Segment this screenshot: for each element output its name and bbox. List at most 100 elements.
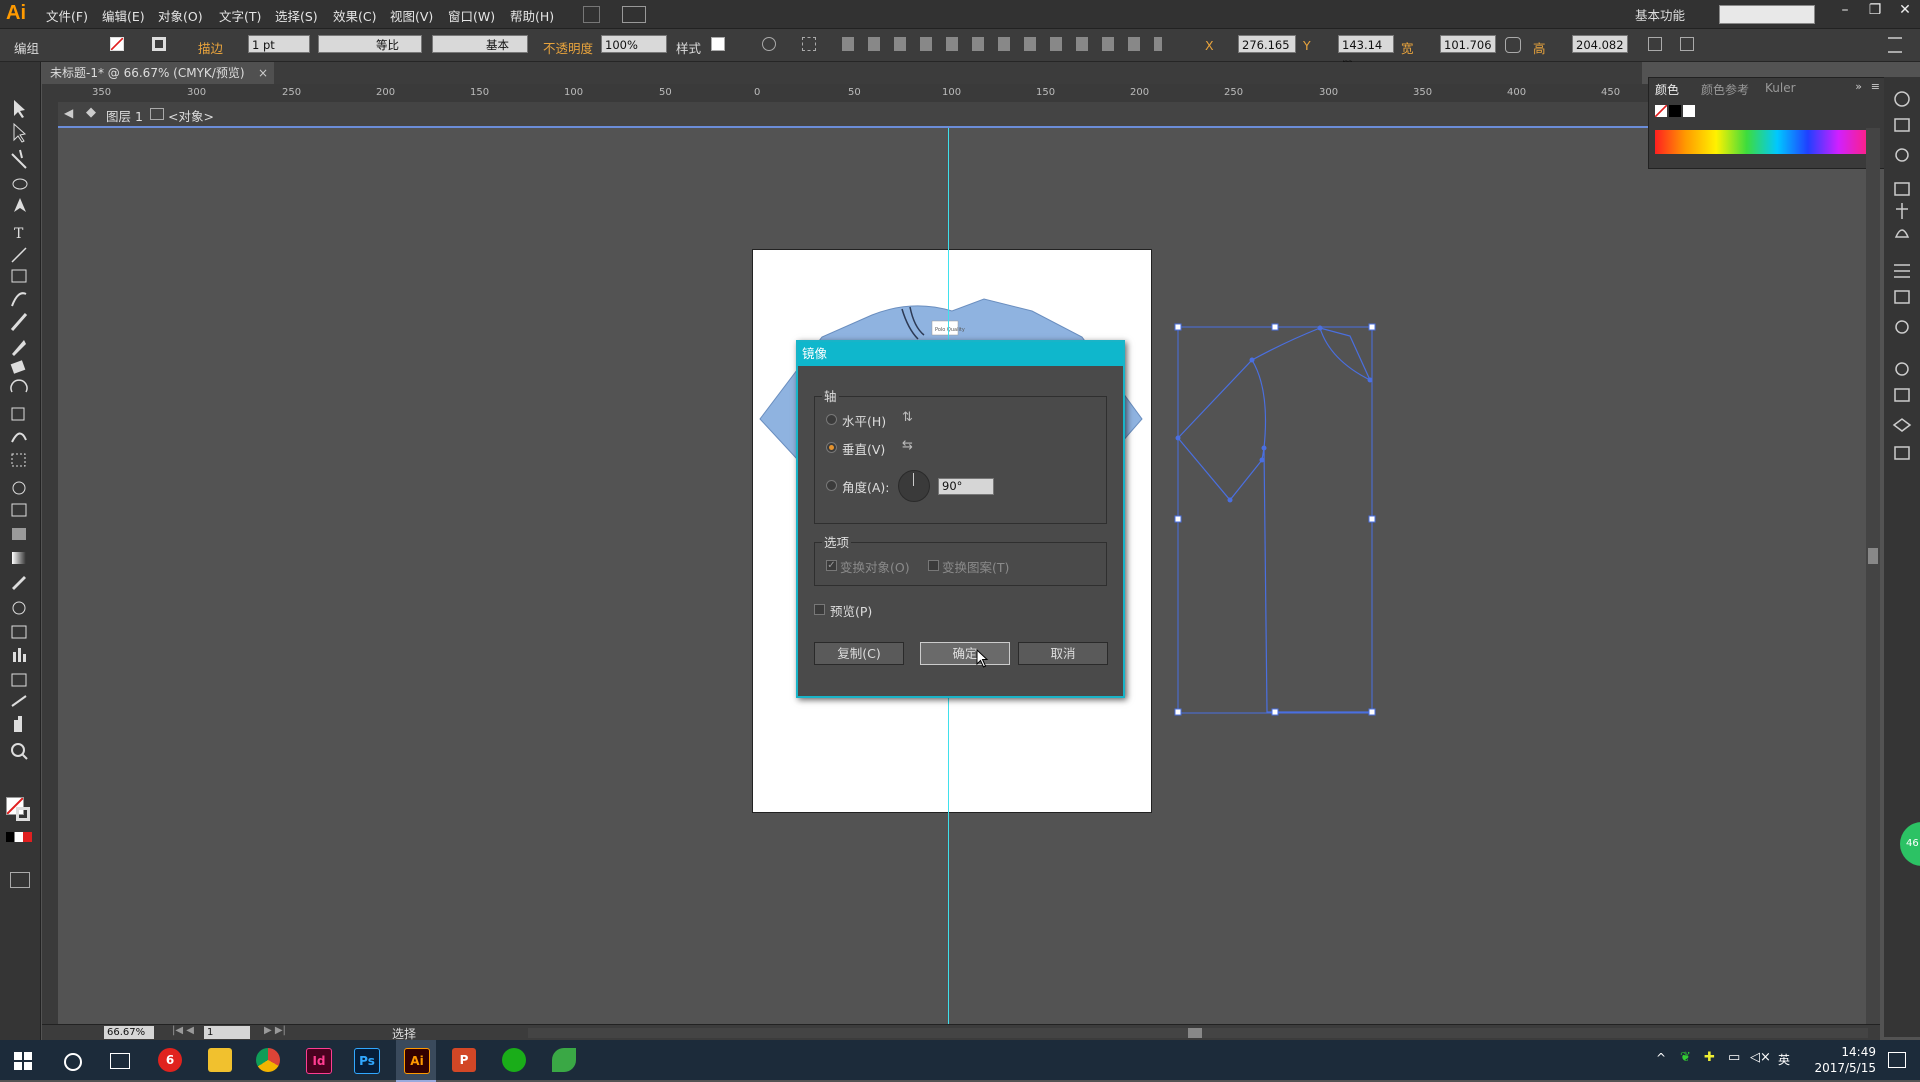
tray-expand-icon[interactable]: ^	[1656, 1051, 1666, 1065]
photoshop-icon[interactable]: Ps	[354, 1048, 380, 1074]
layer-crumb[interactable]: 图层 1	[106, 106, 143, 125]
chrome-icon[interactable]	[256, 1048, 280, 1072]
preview-label[interactable]: 预览(P)	[830, 601, 872, 620]
page-field[interactable]: 1	[204, 1026, 250, 1039]
opacity-field[interactable]: 100%	[601, 35, 667, 53]
menu-window[interactable]: 窗口(W)	[448, 6, 495, 25]
constrain-proportions-icon[interactable]	[1505, 37, 1521, 53]
task-view-icon[interactable]	[110, 1053, 130, 1069]
wechat-icon[interactable]	[502, 1048, 526, 1072]
first-page-icon[interactable]: |◀ ◀	[172, 1025, 194, 1036]
search-input[interactable]	[1719, 5, 1815, 24]
menu-type[interactable]: 文字(T)	[219, 6, 261, 25]
horizontal-scroll-thumb[interactable]	[1188, 1028, 1202, 1038]
indesign-icon[interactable]: Id	[306, 1048, 332, 1074]
tab-kuler[interactable]: Kuler	[1765, 81, 1796, 95]
weibo-app-icon[interactable]: 6	[158, 1048, 182, 1072]
tray-plus-icon[interactable]: ✚	[1704, 1050, 1715, 1065]
powerpoint-icon[interactable]: P	[452, 1048, 476, 1072]
fill-swatch-icon[interactable]	[110, 37, 124, 51]
ok-button[interactable]: 确定	[920, 642, 1010, 665]
volume-muted-icon[interactable]: ◁×	[1750, 1050, 1771, 1065]
brush-definition[interactable]: 基本	[432, 35, 528, 53]
color-spectrum[interactable]	[1655, 130, 1869, 154]
panel-menu-icon[interactable]	[1888, 37, 1902, 53]
screen-mode-icon[interactable]	[10, 872, 30, 888]
graphic-style-swatch[interactable]	[711, 37, 725, 51]
scroll-thumb[interactable]	[1868, 548, 1878, 564]
copy-button[interactable]: 复制(C)	[814, 642, 904, 665]
vertical-label[interactable]: 垂直(V)	[842, 439, 885, 458]
tray-leaf-icon[interactable]: ❦	[1680, 1050, 1691, 1065]
action-center-icon[interactable]	[1888, 1052, 1906, 1068]
stroke-color-icon[interactable]	[16, 807, 30, 821]
horizontal-radio[interactable]	[826, 414, 837, 425]
next-page-icon[interactable]: ▶ ▶|	[264, 1025, 286, 1036]
width-field[interactable]: 101.706	[1440, 35, 1496, 53]
workspace-switcher[interactable]: 基本功能	[1635, 5, 1685, 24]
black-swatch[interactable]	[1669, 105, 1681, 117]
selected-half-shirt[interactable]	[1170, 320, 1380, 720]
cortana-search-icon[interactable]	[64, 1053, 82, 1071]
stroke-swatch-icon[interactable]	[152, 37, 166, 51]
horizontal-scrollbar[interactable]	[528, 1028, 1868, 1038]
object-crumb[interactable]: <对象>	[168, 106, 214, 125]
bridge-icon[interactable]	[583, 6, 600, 23]
transform-patterns-checkbox[interactable]	[928, 560, 939, 571]
variable-width-profile[interactable]: 等比	[318, 35, 422, 53]
angle-radio[interactable]	[826, 480, 837, 491]
menu-view[interactable]: 视图(V)	[390, 6, 433, 25]
document-tab[interactable]: 未标题-1* @ 66.67% (CMYK/预览) ×	[42, 62, 274, 84]
close-tab-icon[interactable]: ×	[258, 62, 268, 84]
isolate-group-icon[interactable]	[1680, 37, 1694, 51]
windows-start-icon[interactable]	[14, 1052, 32, 1070]
restore-icon[interactable]: ❐	[1860, 0, 1890, 22]
menu-select[interactable]: 选择(S)	[275, 6, 318, 25]
angle-dial[interactable]	[898, 470, 930, 502]
menu-effect[interactable]: 效果(C)	[333, 6, 376, 25]
vertical-radio[interactable]	[826, 442, 837, 453]
system-clock[interactable]: 14:49 2017/5/15	[1814, 1044, 1876, 1076]
ime-indicator[interactable]: 英	[1778, 1051, 1790, 1068]
color-mode-icons[interactable]	[6, 832, 32, 842]
transform-icon[interactable]	[1648, 37, 1662, 51]
horizontal-ruler[interactable]: 350 300 250 200 150 100 50 0 50 100 150 …	[42, 84, 1664, 103]
opacity-label[interactable]: 不透明度	[543, 38, 593, 57]
stroke-weight-field[interactable]: 1 pt	[248, 35, 310, 53]
transform-objects-checkbox[interactable]: ✓	[826, 560, 837, 571]
zoom-field[interactable]: 66.67%	[104, 1026, 154, 1039]
tab-color-guide[interactable]: 颜色参考	[1701, 81, 1749, 98]
leaf-app-icon[interactable]	[552, 1048, 576, 1072]
illustrator-icon[interactable]: Ai	[404, 1048, 430, 1074]
angle-input[interactable]: 90°	[938, 478, 994, 495]
vertical-scrollbar[interactable]	[1866, 128, 1880, 1024]
vertical-ruler[interactable]	[42, 102, 59, 1028]
angle-label[interactable]: 角度(A):	[842, 477, 890, 496]
panel-menu-icon[interactable]: ≡	[1871, 80, 1880, 93]
network-icon[interactable]: ▭	[1728, 1050, 1740, 1065]
file-explorer-icon[interactable]	[208, 1048, 232, 1072]
menu-edit[interactable]: 编辑(E)	[102, 6, 145, 25]
arrange-documents-icon[interactable]	[622, 6, 646, 23]
preview-checkbox[interactable]	[814, 604, 825, 615]
recolor-artwork-icon[interactable]	[762, 37, 776, 51]
stroke-label[interactable]: 描边	[198, 38, 223, 57]
back-arrow-icon[interactable]: ◀	[64, 106, 73, 120]
align-distribute-icons[interactable]	[842, 37, 1162, 51]
cancel-button[interactable]: 取消	[1018, 642, 1108, 665]
minimize-icon[interactable]: –	[1830, 0, 1860, 22]
white-swatch[interactable]	[1683, 105, 1695, 117]
menu-help[interactable]: 帮助(H)	[510, 6, 554, 25]
height-field[interactable]: 204.082	[1572, 35, 1628, 53]
y-field[interactable]: 143.14 m	[1338, 35, 1394, 70]
horizontal-label[interactable]: 水平(H)	[842, 411, 886, 430]
close-icon[interactable]: ✕	[1890, 0, 1920, 22]
x-field[interactable]: 276.165	[1238, 35, 1296, 53]
align-to-icon[interactable]	[802, 37, 816, 51]
menu-object[interactable]: 对象(O)	[158, 6, 203, 25]
none-swatch-icon[interactable]	[1655, 105, 1667, 117]
tab-color[interactable]: 颜色	[1655, 81, 1679, 98]
panel-expand-icon[interactable]: »	[1855, 80, 1862, 93]
menu-file[interactable]: 文件(F)	[46, 6, 88, 25]
panel-icons[interactable]	[1884, 77, 1920, 517]
